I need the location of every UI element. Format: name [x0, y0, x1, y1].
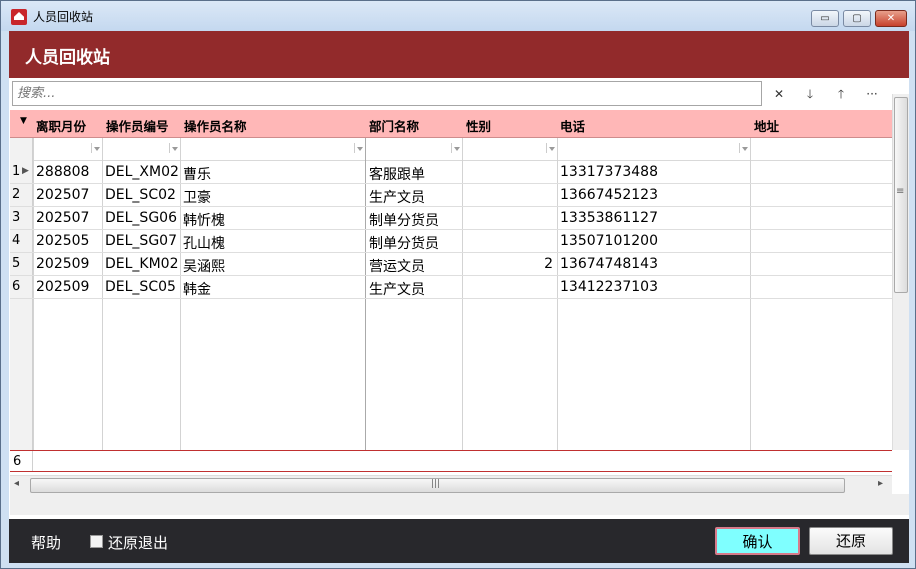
col-header-dept[interactable]: 部门名称 — [369, 116, 419, 135]
table-row[interactable]: 1 ▶ 288808 DEL_XM02 曹乐 客服跟单 13317373488 — [10, 161, 892, 184]
app-icon — [11, 9, 27, 25]
filter-dropdown-icon[interactable] — [354, 143, 364, 153]
table-row[interactable]: 4 202505 DEL_SG07 孔山槐 制单分货员 13507101200 — [10, 230, 892, 253]
grid-footer: 6 — [10, 450, 892, 472]
page-title: 人员回收站 — [25, 48, 110, 68]
filter-dropdown-icon[interactable] — [451, 143, 461, 153]
restore-exit-label[interactable]: 还原退出 — [108, 532, 168, 553]
vertical-scroll-thumb[interactable]: ≡ — [894, 97, 908, 293]
col-header-name[interactable]: 操作员名称 — [184, 116, 247, 135]
table-row[interactable]: 5 202509 DEL_KM02 吴涵熙 营运文员 2 13674748143 — [10, 253, 892, 276]
column-chooser-icon[interactable]: ▼ — [20, 116, 27, 126]
filter-dropdown-icon[interactable] — [91, 143, 101, 153]
restore-exit-checkbox[interactable] — [90, 535, 103, 548]
data-grid: ▼ 离职月份 操作员编号 操作员名称 部门名称 性别 电话 地址 1 ▶ 288… — [10, 110, 892, 450]
horizontal-scrollbar[interactable]: ◂ ||| ▸ — [10, 475, 892, 494]
search-bar: ✕ 🡓 🡑 ··· — [9, 78, 909, 110]
col-header-phone[interactable]: 电话 — [560, 116, 585, 135]
find-next-icon[interactable]: 🡓 — [800, 85, 820, 103]
client-area: 人员回收站 ✕ 🡓 🡑 ··· ▼ 离职月份 操作员编号 操作员名称 部门名称 … — [9, 31, 909, 563]
col-header-month[interactable]: 离职月份 — [36, 116, 86, 135]
table-row[interactable]: 3 202507 DEL_SG06 韩忻槐 制单分货员 13353861127 — [10, 207, 892, 230]
page-header: 人员回收站 — [9, 31, 909, 78]
col-header-code[interactable]: 操作员编号 — [106, 116, 169, 135]
search-input[interactable] — [12, 81, 762, 106]
filter-dropdown-icon[interactable] — [169, 143, 179, 153]
vertical-scrollbar[interactable]: ≡ — [892, 94, 909, 450]
current-row-icon: ▶ — [22, 166, 29, 176]
table-row[interactable]: 2 202507 DEL_SC02 卫豪 生产文员 13667452123 — [10, 184, 892, 207]
help-link[interactable]: 帮助 — [31, 532, 61, 553]
scroll-left-icon[interactable]: ◂ — [14, 478, 19, 489]
status-bar — [10, 494, 909, 515]
filter-dropdown-icon[interactable] — [739, 143, 749, 153]
restore-button[interactable]: 还原 — [809, 527, 893, 555]
row-count: 6 — [13, 454, 22, 469]
maximize-button[interactable]: ▢ — [843, 10, 871, 27]
grid-header: ▼ 离职月份 操作员编号 操作员名称 部门名称 性别 电话 地址 — [10, 110, 892, 138]
title-bar: 人员回收站 ▭ ▢ ✕ — [1, 1, 915, 31]
bottom-bar: 帮助 还原退出 确认 还原 — [9, 519, 909, 563]
clear-icon[interactable]: ✕ — [769, 85, 789, 103]
find-prev-icon[interactable]: 🡑 — [831, 85, 851, 103]
col-header-addr[interactable]: 地址 — [754, 116, 779, 135]
more-icon[interactable]: ··· — [862, 85, 882, 103]
horizontal-scroll-thumb[interactable]: ||| — [30, 478, 845, 493]
filter-dropdown-icon[interactable] — [546, 143, 556, 153]
confirm-button[interactable]: 确认 — [715, 527, 800, 555]
filter-row — [10, 138, 892, 161]
table-row[interactable]: 6 202509 DEL_SC05 韩金 生产文员 13412237103 — [10, 276, 892, 299]
close-button[interactable]: ✕ — [875, 10, 907, 27]
window-title: 人员回收站 — [33, 10, 94, 24]
scroll-right-icon[interactable]: ▸ — [878, 478, 883, 489]
col-header-gender[interactable]: 性别 — [466, 116, 491, 135]
minimize-button[interactable]: ▭ — [811, 10, 839, 27]
app-window: 人员回收站 ▭ ▢ ✕ 人员回收站 ✕ 🡓 🡑 ··· ▼ 离职月份 操作员编号… — [0, 0, 916, 569]
